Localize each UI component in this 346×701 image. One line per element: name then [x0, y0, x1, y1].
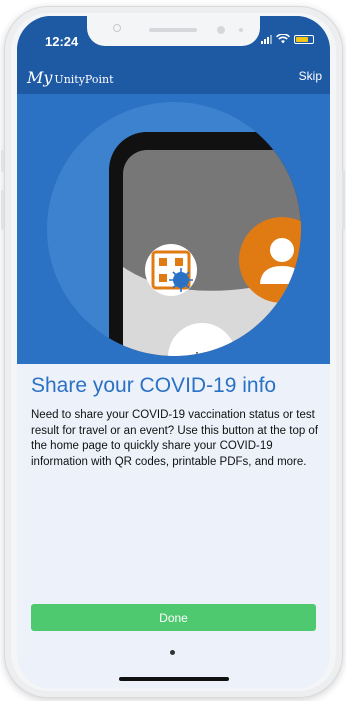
phone-side-button [342, 170, 345, 230]
signal-icon [261, 34, 272, 44]
done-button[interactable]: Done [31, 604, 316, 631]
status-time: 12:24 [45, 34, 79, 49]
qr-virus-icon [145, 244, 197, 296]
wifi-icon [276, 34, 290, 44]
app-screen: 12:24 My UnityPoint Skip Share your COVI… [17, 16, 330, 689]
app-logo: My UnityPoint [27, 68, 114, 87]
phone-side-button [1, 150, 4, 172]
battery-icon [294, 34, 314, 44]
status-icons [261, 34, 314, 44]
phone-side-button [1, 190, 4, 230]
phone-notch [87, 16, 260, 46]
page-indicator-dot [170, 650, 175, 655]
share-covid-illustration [47, 102, 301, 356]
skip-button[interactable]: Skip [299, 69, 322, 83]
home-indicator[interactable] [119, 677, 229, 681]
description-text: Need to share your COVID-19 vaccination … [31, 409, 319, 468]
page-title: Share your COVID-19 info [31, 374, 277, 397]
